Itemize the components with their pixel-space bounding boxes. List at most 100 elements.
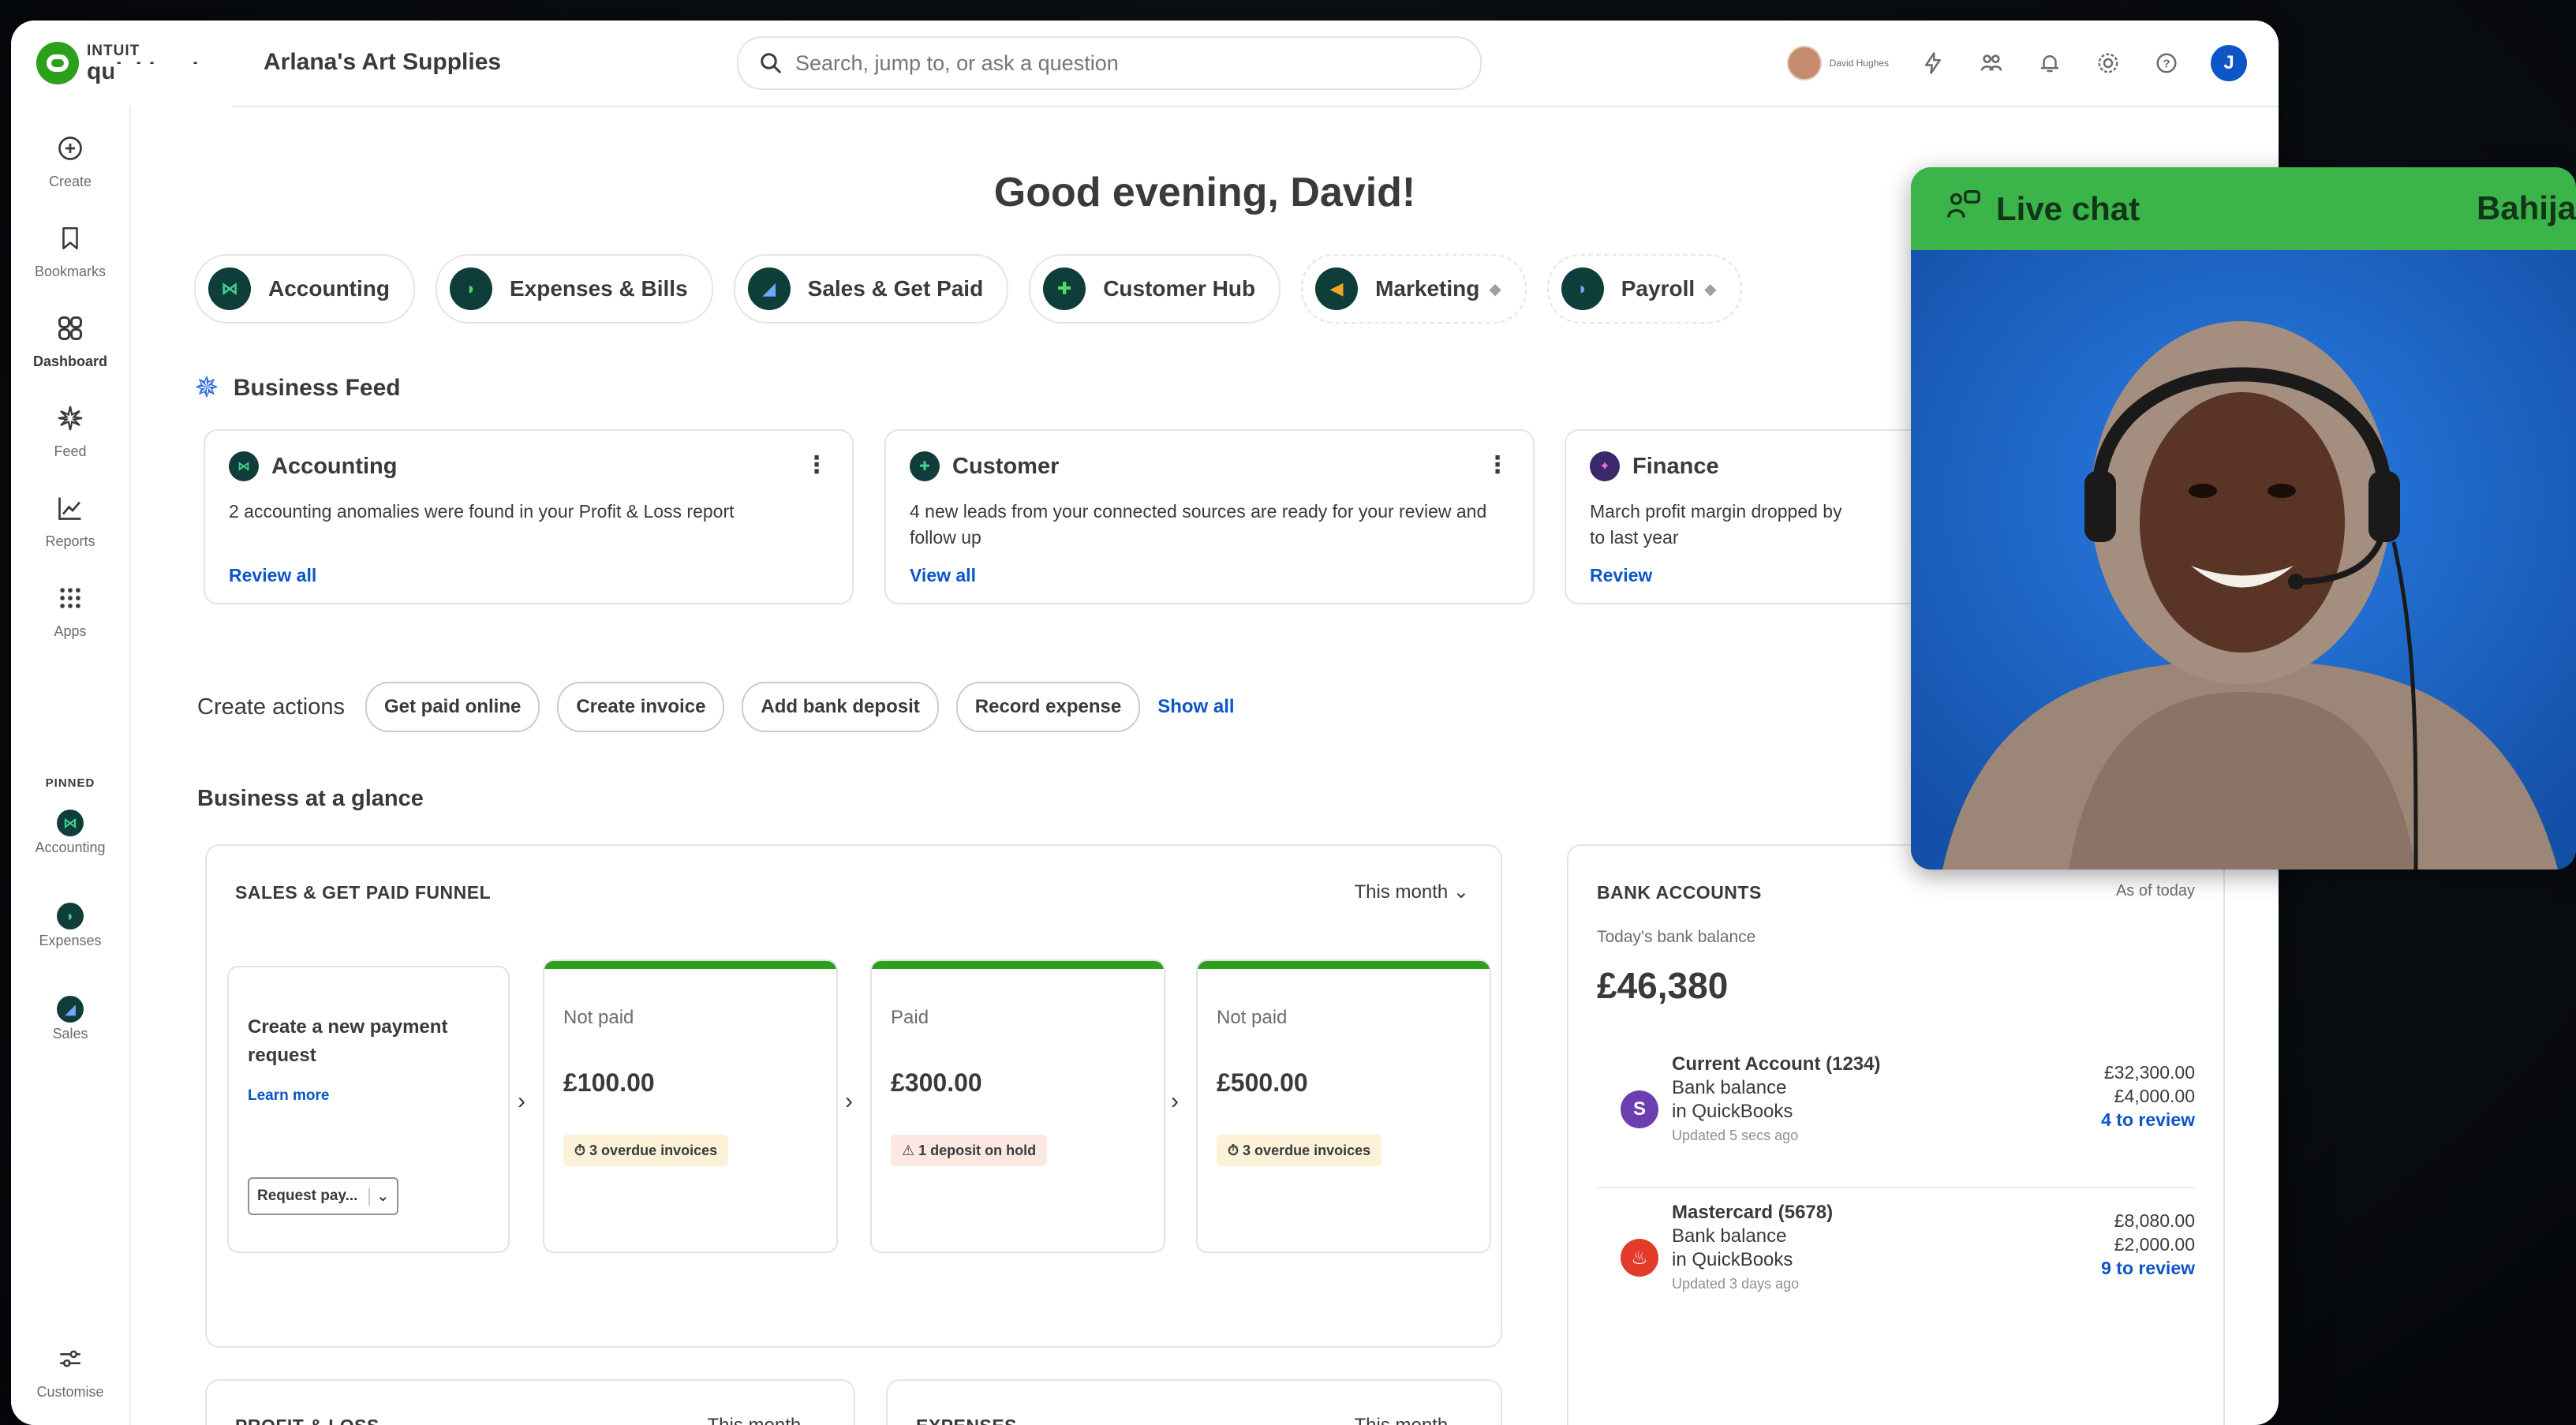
view-all-link[interactable]: View all [910,565,976,586]
review-link[interactable]: Review [1590,565,1652,586]
request-pay-select[interactable]: Request pay... ⌄ [248,1177,399,1215]
bank-account-row[interactable]: S Current Account (1234) Bank balance in… [1597,1053,2195,1171]
deposit-hold-badge: ⚠ 1 deposit on hold [891,1135,1048,1166]
bell-icon[interactable] [2036,49,2064,77]
sidebar-item-label: Dashboard [32,353,108,369]
help-icon[interactable]: ? [2152,49,2181,77]
record-expense-button[interactable]: Record expense [955,682,1141,732]
user-avatar[interactable] [1786,46,1822,80]
user-name: David Hughes [1829,58,1889,69]
overdue-badge: ⏱ 3 overdue invoices [1217,1135,1382,1166]
bank-account-values: £32,300.00 £4,000.00 4 to review [2101,1060,2195,1131]
agent-portrait-illustration [1911,250,2576,870]
logo-intuit-text: INTUIT [87,42,140,59]
add-bank-deposit-button[interactable]: Add bank deposit [742,682,939,732]
clock-icon: ⏱ [1228,1142,1243,1158]
stage-progress-bar [872,961,1164,969]
clock-icon: ⏱ [574,1142,590,1158]
bank-balance-label: Bank balance [1672,1077,1787,1098]
finance-icon: ✦ [1590,451,1620,481]
search-icon [761,53,781,73]
pill-customer-hub[interactable]: ✚ Customer Hub [1029,254,1281,324]
review-all-link[interactable]: Review all [229,565,316,586]
sidebar-item-dashboard[interactable]: Dashboard [11,314,129,370]
sidebar-item-bookmarks[interactable]: Bookmarks [11,224,129,280]
sales-icon: ◢ [747,267,791,310]
lightning-icon[interactable] [1919,49,1947,77]
business-feed-title: Business Feed [233,374,401,401]
feed-card-title: Customer [952,453,1060,479]
pill-label: Accounting [268,276,390,301]
gem-icon: ◆ [1704,280,1717,298]
feed-icon [11,404,129,440]
accounting-icon: ⋈ [57,810,84,836]
bank-balance-value: £8,080.00 [2114,1210,2195,1231]
to-review-link[interactable]: 4 to review [2101,1108,2195,1131]
company-name[interactable]: Arlana's Art Supplies [264,49,501,76]
sidebar-pinned-expenses[interactable]: ◗ Expenses [11,903,129,949]
chevron-down-icon: ⌄ [1453,881,1469,903]
feed-card-title: Accounting [271,453,398,479]
sidebar-pinned-accounting[interactable]: ⋈ Accounting [11,810,129,856]
bank-balance-subtitle: Today's bank balance [1597,928,1756,946]
search-input[interactable] [794,50,1428,77]
more-options-icon[interactable]: ⋮ [805,451,828,479]
bank-as-of: As of today [2115,882,2195,900]
accounting-icon: ⋈ [208,267,251,310]
request-pay-value: Request pay... [257,1188,358,1204]
pill-marketing[interactable]: ◀ Marketing ◆ [1301,254,1527,324]
gear-icon[interactable] [2094,49,2122,77]
to-review-link[interactable]: 9 to review [2101,1256,2195,1280]
sidebar-pinned-sales[interactable]: ◢ Sales [11,996,129,1042]
business-at-a-glance-heading: Business at a glance [197,786,424,811]
feed-card-body-line1: March profit margin dropped by [1590,501,1842,522]
sidebar-item-label: Reports [45,533,95,549]
learn-more-link[interactable]: Learn more [248,1087,329,1105]
sidebar-item-label: Create [48,174,92,189]
marketing-icon: ◀ [1315,267,1359,310]
funnel-period-dropdown[interactable]: This month ⌄ [1355,881,1470,903]
quickbooks-balance-value: £2,000.00 [2114,1234,2195,1255]
bank-account-row[interactable]: ♨ Mastercard (5678) Bank balance in Quic… [1597,1201,2195,1319]
more-options-icon[interactable]: ⋮ [1486,451,1509,479]
chat-agent-photo [1911,250,2576,870]
sidebar-item-label: Bookmarks [34,264,107,279]
sidebar-item-create[interactable]: Create [11,134,129,190]
bank-account-name: Current Account (1234) [1672,1053,1881,1075]
feed-card-customer: ✚ Customer ⋮ 4 new leads from your connec… [884,429,1535,604]
starling-bank-icon: S [1621,1090,1658,1128]
expenses-widget: EXPENSES This month ⌄ [886,1379,1502,1425]
apps-icon [11,584,129,620]
stage-state: Not paid [563,1007,634,1028]
pill-sales-get-paid[interactable]: ◢ Sales & Get Paid [733,254,1009,324]
warning-icon: ⚠ [902,1142,919,1158]
sidebar-item-feed[interactable]: Feed [11,404,129,460]
quickbooks-balance-value: £4,000.00 [2114,1086,2195,1106]
user-initial-avatar[interactable]: J [2211,45,2247,81]
pill-expenses-bills[interactable]: ◗ Expenses & Bills [436,254,713,324]
pill-accounting[interactable]: ⋈ Accounting [194,254,415,324]
show-all-link[interactable]: Show all [1157,696,1234,718]
funnel-stage-paid[interactable]: Paid £300.00 ⚠ 1 deposit on hold [870,959,1165,1253]
contacts-icon[interactable] [1977,49,2006,77]
sales-icon: ◢ [57,996,84,1023]
badge-text: 1 deposit on hold [918,1142,1037,1158]
quickbooks-balance-label: in QuickBooks [1672,1101,1793,1122]
sidebar-customise[interactable]: Customise [11,1345,129,1401]
sidebar-item-apps[interactable]: Apps [11,584,129,640]
pill-payroll[interactable]: ◗ Payroll ◆ [1546,254,1742,324]
search-bar[interactable] [737,36,1482,90]
customer-hub-icon: ✚ [1043,267,1086,310]
exp-period-dropdown[interactable]: This month ⌄ [1355,1414,1470,1425]
pl-period-dropdown[interactable]: This month ⌄ [708,1414,823,1425]
funnel-stage-not-paid-1[interactable]: Not paid £100.00 ⏱ 3 overdue invoices [543,959,838,1253]
sidebar-item-reports[interactable]: Reports [11,494,129,550]
get-paid-online-button[interactable]: Get paid online [365,682,540,732]
bank-balance-value: £32,300.00 [2103,1062,2195,1083]
feed-card-accounting: ⋈ Accounting ⋮ 2 accounting anomalies wer… [204,429,854,604]
create-invoice-button[interactable]: Create invoice [557,682,725,732]
live-chat-panel[interactable]: Live chat Bahija [1911,167,2576,870]
funnel-stage-not-paid-2[interactable]: Not paid £500.00 ⏱ 3 overdue invoices [1196,959,1491,1253]
sidebar-item-label: Customise [36,1384,104,1400]
plus-circle-icon [11,134,129,170]
